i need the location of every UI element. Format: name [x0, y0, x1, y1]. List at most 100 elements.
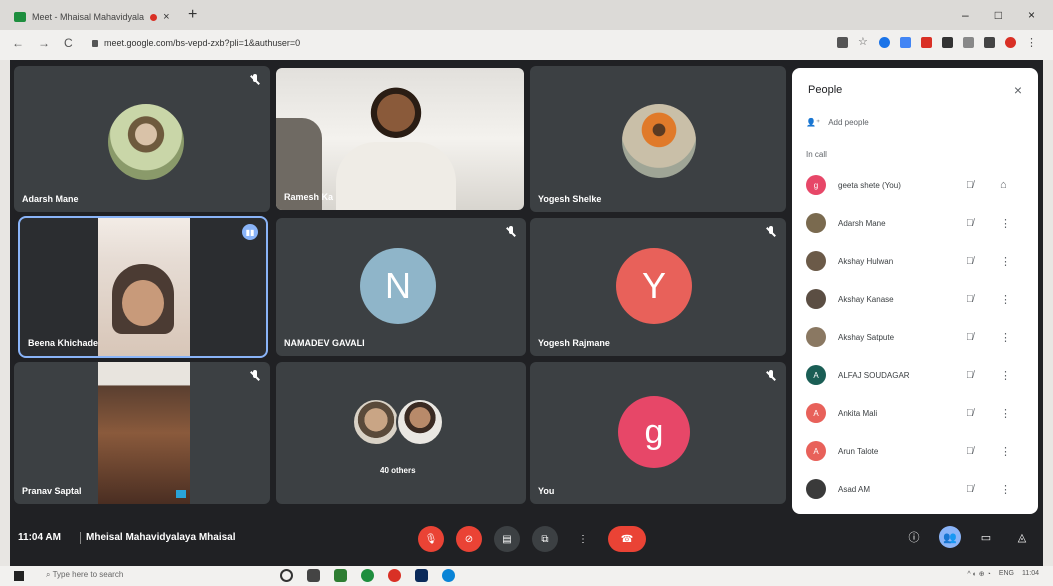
extension-gray-icon[interactable] [963, 37, 974, 48]
windows-start-icon[interactable] [14, 571, 24, 581]
present-screen-button[interactable]: ⧉ [532, 526, 558, 552]
window-close-button[interactable]: × [1028, 8, 1035, 22]
participant-row[interactable]: A Arun Talote 🎙̸ ⋮ [792, 432, 1038, 470]
app-round-green-icon[interactable] [361, 569, 374, 582]
extension-docs-icon[interactable] [900, 37, 911, 48]
more-vert-icon[interactable]: ⋮ [1000, 255, 1011, 268]
more-vert-icon[interactable]: ⋮ [1000, 331, 1011, 344]
end-call-button[interactable]: ☎ [608, 526, 646, 552]
participant-list: g geeta shete (You) 🎙̸ ⌂ Adarsh Mane 🎙̸ … [792, 166, 1038, 508]
participant-row-name: Akshay Kanase [838, 294, 894, 304]
participant-row[interactable]: A ALFAJ SOUDAGAR 🎙̸ ⋮ [792, 356, 1038, 394]
participant-row[interactable]: g geeta shete (You) 🎙̸ ⌂ [792, 166, 1038, 204]
meeting-room-name: Mheisal Mahavidyalaya Mhaisal [86, 532, 236, 543]
chat-icon[interactable]: ▭ [975, 526, 997, 548]
tab-close-icon[interactable]: × [163, 11, 169, 23]
puzzle-icon[interactable] [984, 37, 995, 48]
system-tray: ^ ◐ ⊕ ◔ ENG 11:04 [967, 570, 1039, 578]
participant-tile[interactable]: Yogesh Shelke [530, 66, 786, 212]
participant-name: Ramesh Ka [284, 192, 334, 202]
avatar-letter: N [385, 265, 411, 306]
more-options-button[interactable]: ⋮ [570, 526, 596, 552]
window-controls: – □ × [962, 8, 1035, 22]
language-indicator[interactable]: ENG [999, 570, 1014, 578]
edge-icon[interactable] [442, 569, 455, 582]
meet-favicon-icon [14, 12, 26, 22]
app-green-icon[interactable] [334, 569, 347, 582]
extension-red-icon[interactable] [921, 37, 932, 48]
participant-avatar [806, 479, 826, 499]
camera-icon[interactable] [837, 37, 848, 48]
participant-tile[interactable]: Y Yogesh Rajmane [530, 218, 786, 356]
video-person-face [122, 280, 164, 326]
browser-tab[interactable]: Meet - Mhaisal Mahavidyala × [14, 6, 184, 28]
self-tile[interactable]: g You [530, 362, 786, 504]
video-object [176, 490, 186, 498]
participant-row[interactable]: A Ankita Mali 🎙̸ ⋮ [792, 394, 1038, 432]
profile-avatar-icon[interactable] [1005, 37, 1016, 48]
participant-avatar [806, 213, 826, 233]
people-icon[interactable]: 👥 [939, 526, 961, 548]
participant-row[interactable]: Asad AM 🎙̸ ⋮ [792, 470, 1038, 508]
activities-icon[interactable]: ◬ [1011, 526, 1033, 548]
participant-tile[interactable]: N NAMADEV GAVALI [276, 218, 526, 356]
window-maximize-button[interactable]: □ [995, 8, 1002, 22]
participant-avatar: A [806, 403, 826, 423]
participant-row[interactable]: Akshay Kanase 🎙̸ ⋮ [792, 280, 1038, 318]
reload-icon[interactable]: C [64, 36, 73, 50]
more-vert-icon[interactable]: ⋮ [1000, 369, 1011, 382]
participant-row[interactable]: Akshay Hulwan 🎙̸ ⋮ [792, 242, 1038, 280]
taskbar-search[interactable]: ⌕ Type here to search [46, 570, 123, 580]
forward-arrow-icon[interactable]: → [38, 36, 50, 50]
info-icon[interactable]: ⓘ [903, 526, 925, 548]
photoshop-icon[interactable] [415, 569, 428, 582]
cortana-icon[interactable] [280, 569, 293, 582]
side-controls: ⓘ 👥 ▭ ◬ [903, 526, 1033, 548]
url-field[interactable]: meet.google.com/bs-vepd-zxb?pli=1&authus… [92, 38, 300, 48]
muted-mic-icon [766, 370, 776, 382]
participant-row-name: geeta shete (You) [838, 180, 901, 190]
window-minimize-button[interactable]: – [962, 8, 969, 22]
participant-row-name: Adarsh Mane [838, 218, 886, 228]
divider [80, 532, 81, 544]
more-vert-icon[interactable]: ⋮ [1000, 445, 1011, 458]
participant-row-name: Asad AM [838, 484, 871, 494]
participant-tile[interactable]: Pranav Saptal [14, 362, 270, 504]
avatar-letter: g [644, 412, 664, 451]
camera-toggle-button[interactable]: ⊘ [456, 526, 482, 552]
participant-row-name: Ankita Mali [838, 408, 878, 418]
task-view-icon[interactable] [307, 569, 320, 582]
participant-tile[interactable]: Adarsh Mane [14, 66, 270, 212]
participant-name: Yogesh Rajmane [538, 338, 610, 348]
more-vert-icon[interactable]: ⋮ [1000, 407, 1011, 420]
extension-dark-icon[interactable] [942, 37, 953, 48]
more-vert-icon[interactable]: ⋮ [1000, 293, 1011, 306]
browser-menu-icon[interactable]: ⋮ [1026, 36, 1037, 49]
muted-mic-icon: 🎙̸ [966, 369, 974, 381]
back-arrow-icon[interactable]: ← [12, 36, 24, 50]
participant-tile[interactable]: Ramesh Ka [276, 68, 524, 210]
more-vert-icon[interactable]: ⋮ [1000, 217, 1011, 230]
participant-tile-active[interactable]: ▮▮ Beena Khichade [18, 216, 268, 358]
mic-toggle-button[interactable]: 🎙 [418, 526, 444, 552]
url-text: meet.google.com/bs-vepd-zxb?pli=1&authus… [104, 38, 301, 48]
captions-button[interactable]: ▤ [494, 526, 520, 552]
pin-icon[interactable]: ⌂ [1000, 179, 1007, 191]
participant-name: NAMADEV GAVALI [284, 338, 365, 348]
star-icon[interactable]: ☆ [858, 37, 869, 48]
extension-blue-icon[interactable] [879, 37, 890, 48]
new-tab-button[interactable]: + [188, 6, 197, 24]
taskbar-clock[interactable]: 11:04 [1022, 570, 1039, 578]
participant-name: You [538, 486, 555, 496]
participant-avatar: A [806, 365, 826, 385]
more-vert-icon[interactable]: ⋮ [1000, 483, 1011, 496]
panel-close-icon[interactable]: × [1014, 82, 1022, 98]
others-tile[interactable]: 40 others [276, 362, 526, 504]
participant-row[interactable]: Akshay Satpute 🎙̸ ⋮ [792, 318, 1038, 356]
participant-avatar [806, 327, 826, 347]
muted-mic-icon: 🎙̸ [966, 179, 974, 191]
participant-row[interactable]: Adarsh Mane 🎙̸ ⋮ [792, 204, 1038, 242]
add-people-button[interactable]: 👤⁺ Add people [806, 118, 869, 127]
chrome-icon[interactable] [388, 569, 401, 582]
tray-icons[interactable]: ^ ◐ ⊕ ◔ [967, 570, 990, 578]
